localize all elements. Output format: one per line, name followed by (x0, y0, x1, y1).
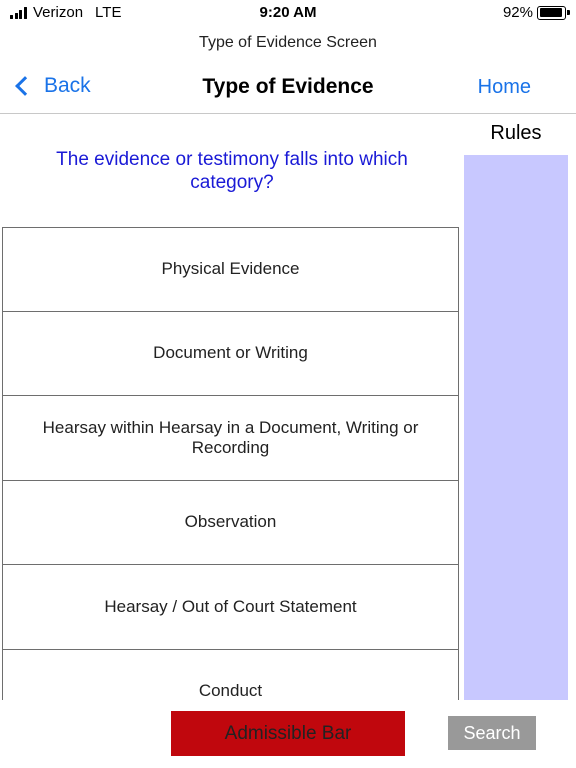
rules-panel[interactable] (464, 155, 568, 700)
category-physical-evidence[interactable]: Physical Evidence (2, 227, 459, 312)
search-button[interactable]: Search (448, 716, 536, 750)
battery-percent: 92% (502, 4, 533, 21)
category-document-or-writing[interactable]: Document or Writing (2, 311, 459, 396)
navigation-bar: Back Type of Evidence Home (0, 66, 576, 114)
category-list: Physical Evidence Document or Writing He… (2, 227, 459, 700)
battery-tip (567, 10, 570, 15)
screen-caption: Type of Evidence Screen (199, 34, 377, 51)
category-hearsay-within-hearsay[interactable]: Hearsay within Hearsay in a Document, Wr… (2, 396, 459, 481)
home-button[interactable]: Home (478, 76, 531, 99)
type-of-evidence-screen: Verizon LTE 9:20 AM 92% Type of Evidence… (0, 0, 576, 768)
rules-label: Rules (490, 122, 542, 144)
category-conduct[interactable]: Conduct (2, 649, 459, 700)
status-right: 92% (502, 4, 570, 21)
battery-icon (537, 5, 570, 20)
status-time: 9:20 AM (259, 4, 317, 21)
category-observation[interactable]: Observation (2, 480, 459, 565)
category-hearsay-out-of-court[interactable]: Hearsay / Out of Court Statement (2, 565, 459, 650)
battery-fill (539, 8, 562, 17)
status-bar: Verizon LTE 9:20 AM 92% (0, 0, 576, 26)
question-text: The evidence or testimony falls into whi… (56, 149, 408, 193)
admissible-bar-button[interactable]: Admissible Bar (171, 711, 405, 756)
